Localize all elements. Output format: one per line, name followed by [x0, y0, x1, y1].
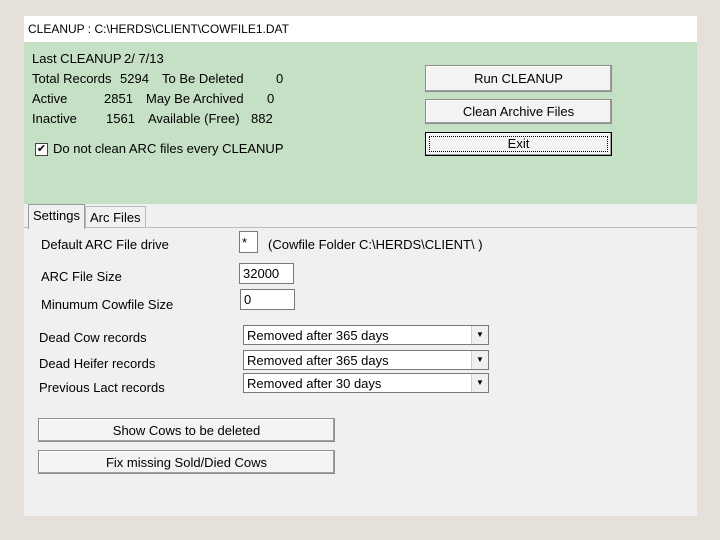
tab-strip: Settings Arc Files [24, 204, 697, 229]
arc-size-label: ARC File Size [41, 269, 122, 284]
exit-focus-rect [429, 136, 608, 152]
exit-button[interactable]: Exit [425, 132, 612, 156]
chevron-down-icon[interactable]: ▼ [471, 326, 488, 344]
arc-drive-input[interactable] [239, 231, 258, 253]
prev-lact-label: Previous Lact records [39, 380, 165, 395]
cleanup-window: CLEANUP : C:\HERDS\CLIENT\COWFILE1.DAT L… [24, 16, 697, 516]
total-records-label: Total Records [32, 71, 112, 86]
chevron-down-icon[interactable]: ▼ [471, 374, 488, 392]
inactive-label: Inactive [32, 111, 77, 126]
dead-cow-label: Dead Cow records [39, 330, 147, 345]
fix-missing-button[interactable]: Fix missing Sold/Died Cows [38, 450, 335, 474]
min-cowfile-label: Minumum Cowfile Size [41, 297, 174, 312]
summary-panel: Last CLEANUP 2/ 7/13 Total Records 5294 … [24, 42, 697, 204]
may-be-archived-label: May Be Archived [146, 91, 244, 106]
active-value: 2851 [104, 91, 133, 106]
active-label: Active [32, 91, 68, 106]
prev-lact-value: Removed after 30 days [247, 376, 382, 391]
last-cleanup-label: Last CLEANUP [32, 51, 122, 66]
may-be-archived-value: 0 [267, 91, 275, 106]
arc-drive-label: Default ARC File drive [41, 237, 169, 252]
dead-heifer-label: Dead Heifer records [39, 356, 156, 371]
last-cleanup-date: 2/ 7/13 [124, 51, 164, 66]
available-label: Available (Free) [148, 111, 240, 126]
tab-divider [24, 227, 697, 228]
available-value: 882 [251, 111, 273, 126]
dead-heifer-value: Removed after 365 days [247, 353, 389, 368]
no-clean-arc-label: Do not clean ARC files every CLEANUP [53, 141, 284, 156]
arc-size-input[interactable] [239, 263, 294, 284]
inactive-value: 1561 [106, 111, 135, 126]
cowfile-folder-note: (Cowfile Folder C:\HERDS\CLIENT\ ) [268, 237, 483, 252]
clean-archive-files-button[interactable]: Clean Archive Files [425, 99, 612, 124]
to-be-deleted-value: 0 [276, 71, 284, 86]
min-cowfile-input[interactable] [240, 289, 295, 310]
dead-cow-value: Removed after 365 days [247, 328, 389, 343]
to-be-deleted-label: To Be Deleted [162, 71, 244, 86]
run-cleanup-button[interactable]: Run CLEANUP [425, 65, 612, 92]
total-records-value: 5294 [120, 71, 149, 86]
tab-arc-files[interactable]: Arc Files [85, 206, 146, 228]
title-bar: CLEANUP : C:\HERDS\CLIENT\COWFILE1.DAT [24, 16, 697, 42]
show-cows-button[interactable]: Show Cows to be deleted [38, 418, 335, 442]
dead-cow-select[interactable]: Removed after 365 days ▼ [243, 325, 489, 345]
no-clean-arc-checkbox[interactable]: ✔ [35, 143, 48, 156]
dead-heifer-select[interactable]: Removed after 365 days ▼ [243, 350, 489, 370]
prev-lact-select[interactable]: Removed after 30 days ▼ [243, 373, 489, 393]
slide-background: CLEANUP : C:\HERDS\CLIENT\COWFILE1.DAT L… [0, 0, 720, 540]
title-prefix: CLEANUP : [28, 22, 92, 36]
chevron-down-icon[interactable]: ▼ [471, 351, 488, 369]
title-path: C:\HERDS\CLIENT\COWFILE1.DAT [94, 22, 289, 36]
tab-settings[interactable]: Settings [28, 204, 85, 229]
